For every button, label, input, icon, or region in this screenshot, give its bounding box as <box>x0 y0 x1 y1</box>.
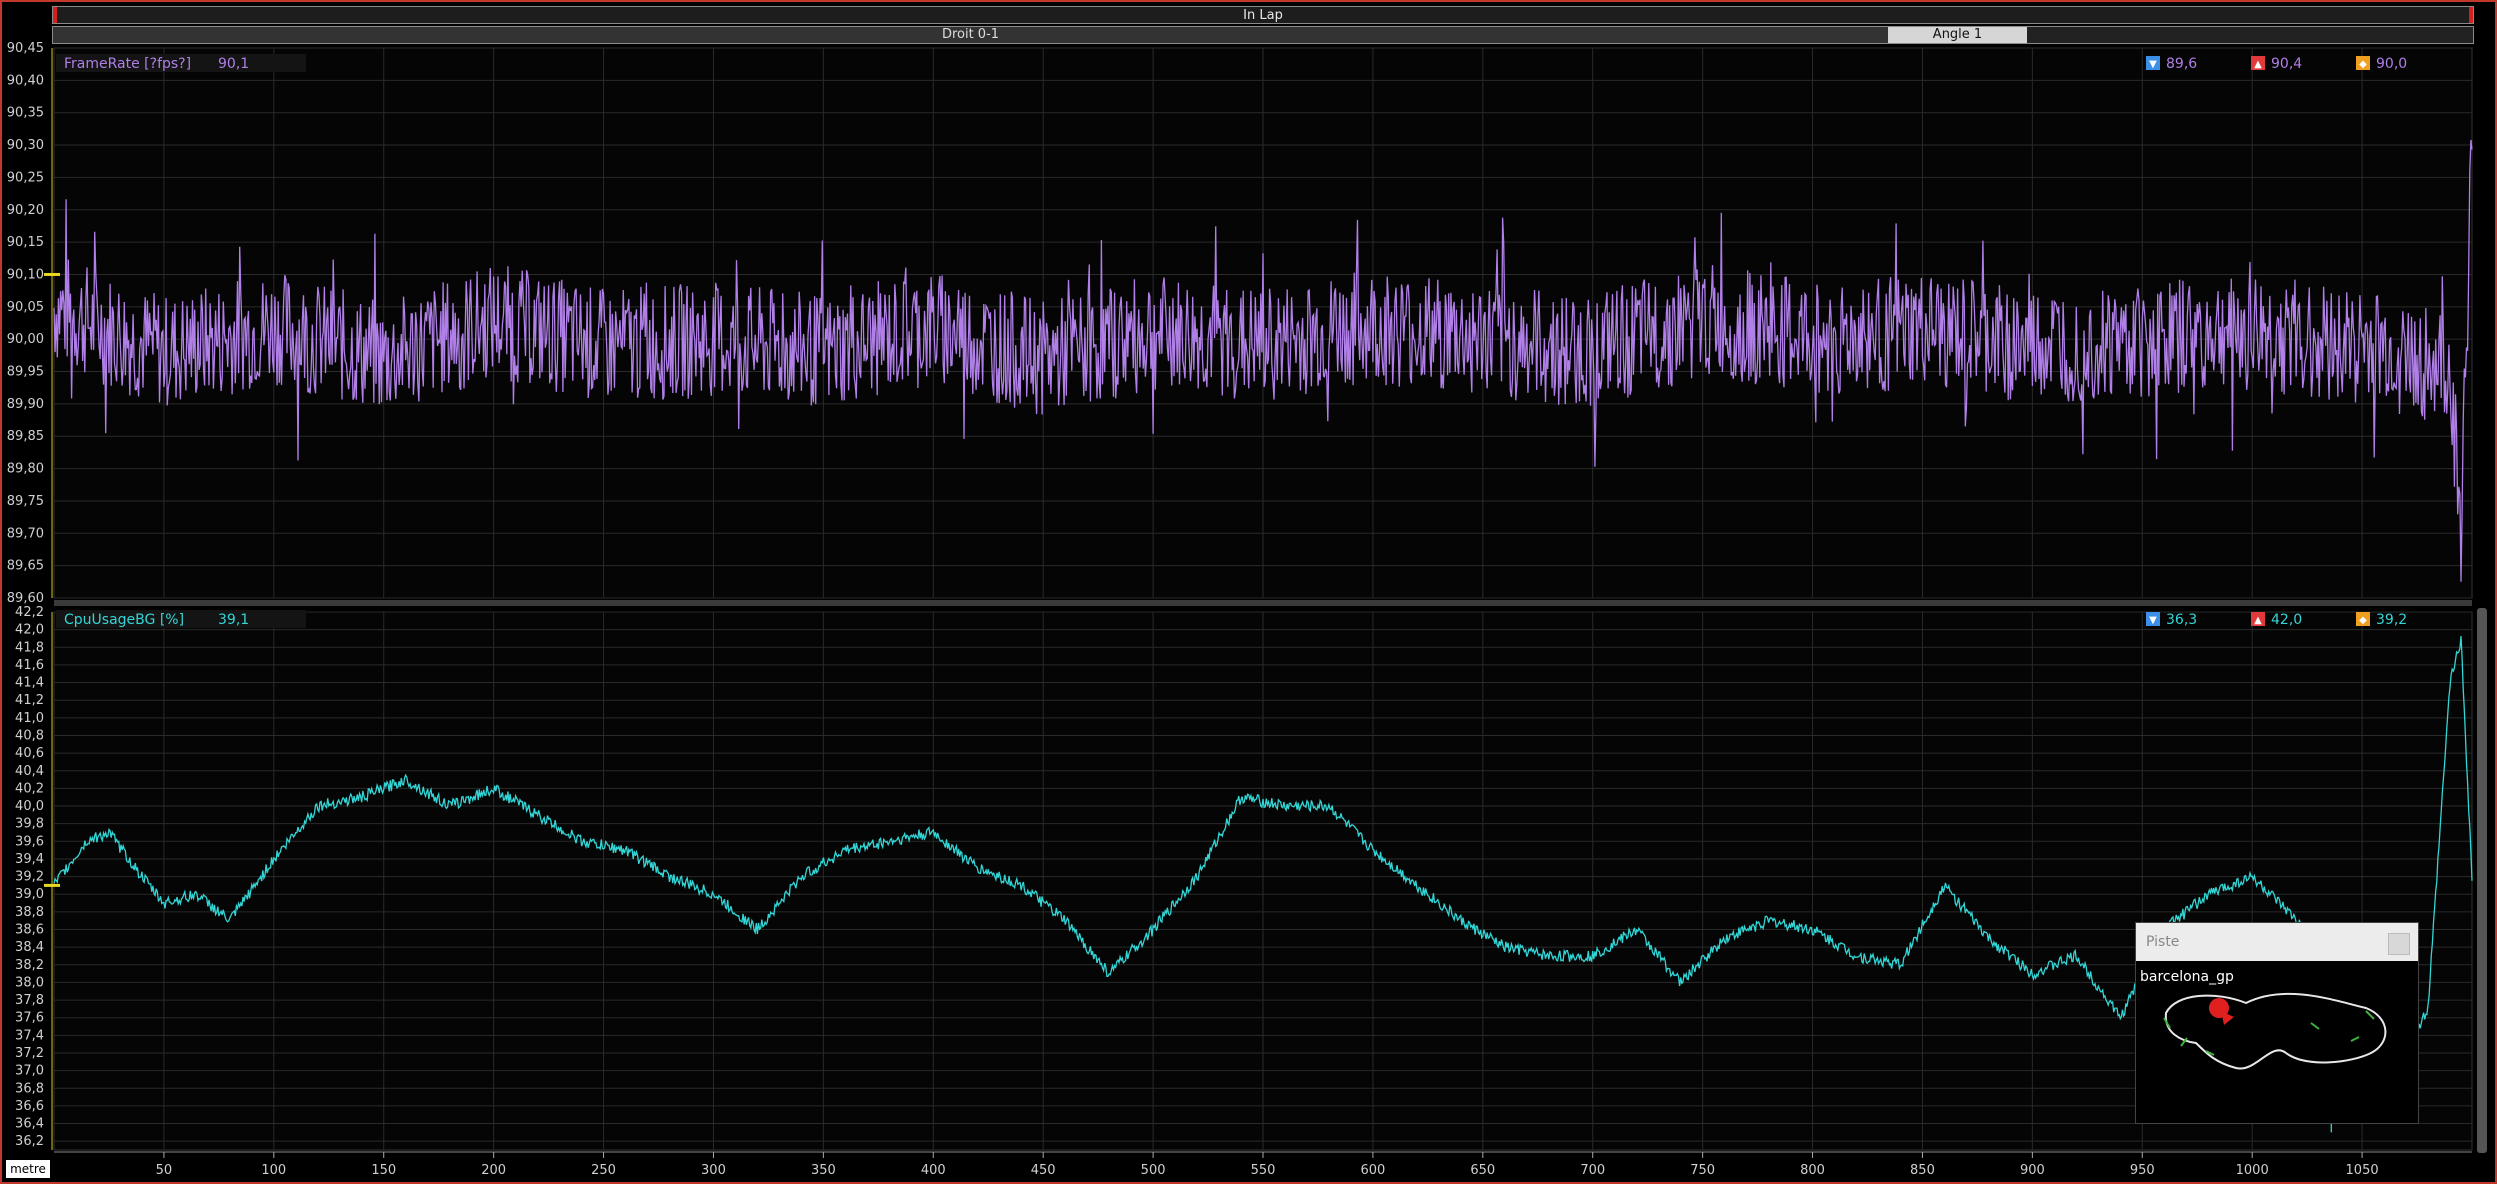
fps-y-tick-label: 90,35 <box>7 106 44 121</box>
cpu-max-value: 42,0 <box>2271 612 2302 628</box>
x-tick-label: 850 <box>1910 1163 1935 1178</box>
fps-max-glyph: ▲ <box>2254 59 2262 70</box>
x-unit-label: metre <box>6 1160 50 1178</box>
cpu-y-tick-label: 37,6 <box>15 1011 44 1026</box>
fps-min-glyph: ▼ <box>2149 59 2157 70</box>
x-tick-label: 500 <box>1141 1163 1166 1178</box>
cpu-y-tick-label: 38,0 <box>15 975 44 990</box>
fps-current-value: 90,1 <box>218 56 249 72</box>
telemetry-chart[interactable]: 90,45 90,40 90,35 90,30 90,25 90,20 90,15 90,10… <box>0 0 2497 1184</box>
fps-y-tick-label: 89,70 <box>7 526 44 541</box>
cpu-y-tick-label: 40,0 <box>15 799 44 814</box>
cpu-y-tick-label: 37,0 <box>15 1064 44 1079</box>
fps-y-tick-label: 89,65 <box>7 559 44 574</box>
cpu-y-tick-label: 40,8 <box>15 728 44 743</box>
cpu-series-name: CpuUsageBG [%] <box>64 612 184 628</box>
cpu-y-tick-label: 37,4 <box>15 1028 44 1043</box>
cpu-y-tick-label: 37,8 <box>15 993 44 1008</box>
cpu-y-tick-label: 39,4 <box>15 852 44 867</box>
cpu-y-tick-label: 38,4 <box>15 940 44 955</box>
cpu-y-tick-label: 41,0 <box>15 711 44 726</box>
cpu-y-tick-label: 36,8 <box>15 1081 44 1096</box>
track-map-panel[interactable]: Piste barcelona_gp <box>2135 922 2419 1124</box>
x-tick-label: 950 <box>2130 1163 2155 1178</box>
cpu-min-glyph: ▼ <box>2149 615 2157 626</box>
cpu-min-value: 36,3 <box>2166 612 2197 628</box>
track-outline <box>2163 992 2387 1070</box>
x-tick-label: 300 <box>701 1163 726 1178</box>
cpu-avg-value: 39,2 <box>2376 612 2407 628</box>
cpu-y-tick-label: 41,4 <box>15 676 44 691</box>
fps-y-tick-label: 90,15 <box>7 235 44 250</box>
fps-y-tick-label: 89,85 <box>7 429 44 444</box>
cpu-y-tick-label: 36,6 <box>15 1099 44 1114</box>
fps-y-tick-label: 90,30 <box>7 138 44 153</box>
fps-max-value: 90,4 <box>2271 56 2302 72</box>
cpu-y-tick-label: 36,4 <box>15 1117 44 1132</box>
cpu-y-tick-label: 38,6 <box>15 923 44 938</box>
x-tick-label: 900 <box>2020 1163 2045 1178</box>
cpu-max-glyph: ▲ <box>2254 615 2262 626</box>
x-tick-label: 550 <box>1251 1163 1276 1178</box>
fps-y-tick-label: 89,90 <box>7 397 44 412</box>
cpu-y-tick-label: 42,0 <box>15 623 44 638</box>
cpu-y-tick-label: 39,6 <box>15 834 44 849</box>
fps-min-value: 89,6 <box>2166 56 2197 72</box>
cpu-y-tick-label: 39,2 <box>15 870 44 885</box>
cpu-y-tick-label: 39,0 <box>15 887 44 902</box>
fps-y-tick-label: 89,75 <box>7 494 44 509</box>
x-tick-label: 350 <box>811 1163 836 1178</box>
fps-avg-value: 90,0 <box>2376 56 2407 72</box>
vertical-scrollbar <box>2477 608 2487 1153</box>
x-tick-label: 700 <box>1580 1163 1605 1178</box>
fps-y-tick-label: 90,00 <box>7 332 44 347</box>
cpu-y-tick-label: 38,8 <box>15 905 44 920</box>
fps-y-tick-label: 90,40 <box>7 73 44 88</box>
x-tick-label: 650 <box>1470 1163 1495 1178</box>
cpu-avg-glyph: ◆ <box>2359 615 2367 626</box>
cpu-y-tick-label: 40,4 <box>15 764 44 779</box>
panel-splitter <box>54 600 2472 606</box>
fps-y-tick-label: 90,20 <box>7 203 44 218</box>
x-tick-label: 600 <box>1360 1163 1385 1178</box>
x-tick-label: 1000 <box>2236 1163 2269 1178</box>
cpu-y-tick-label: 40,2 <box>15 781 44 796</box>
fps-y-tick-label: 90,45 <box>7 41 44 56</box>
cpu-y-tick-label: 40,6 <box>15 746 44 761</box>
cpu-y-tick-label: 39,8 <box>15 817 44 832</box>
fps-y-tick-label: 89,80 <box>7 462 44 477</box>
x-tick-label: 400 <box>921 1163 946 1178</box>
fps-y-tick-label: 90,05 <box>7 300 44 315</box>
x-tick-label: 750 <box>1690 1163 1715 1178</box>
fps-y-tick-label: 90,25 <box>7 170 44 185</box>
cpu-current-value: 39,1 <box>218 612 249 628</box>
x-tick-label: 50 <box>156 1163 173 1178</box>
cpu-y-tick-label: 36,2 <box>15 1134 44 1149</box>
cpu-y-tick-label: 37,2 <box>15 1046 44 1061</box>
cpu-y-tick-label: 41,6 <box>15 658 44 673</box>
fps-y-tick-label: 89,95 <box>7 365 44 380</box>
x-tick-label: 200 <box>481 1163 506 1178</box>
fps-y-tick-label: 90,10 <box>7 267 44 282</box>
fps-y-tick-label: 89,60 <box>7 591 44 606</box>
x-tick-label: 100 <box>261 1163 286 1178</box>
cpu-y-tick-label: 41,2 <box>15 693 44 708</box>
x-tick-label: 450 <box>1031 1163 1056 1178</box>
x-tick-label: 150 <box>371 1163 396 1178</box>
x-tick-label: 800 <box>1800 1163 1825 1178</box>
cpu-y-tick-label: 38,2 <box>15 958 44 973</box>
x-tick-label: 1050 <box>2346 1163 2379 1178</box>
cpu-y-tick-label: 42,2 <box>15 605 44 620</box>
cpu-y-tick-label: 41,8 <box>15 640 44 655</box>
fps-series-name: FrameRate [?fps?] <box>64 56 191 72</box>
x-tick-label: 250 <box>591 1163 616 1178</box>
fps-avg-glyph: ◆ <box>2359 59 2367 70</box>
